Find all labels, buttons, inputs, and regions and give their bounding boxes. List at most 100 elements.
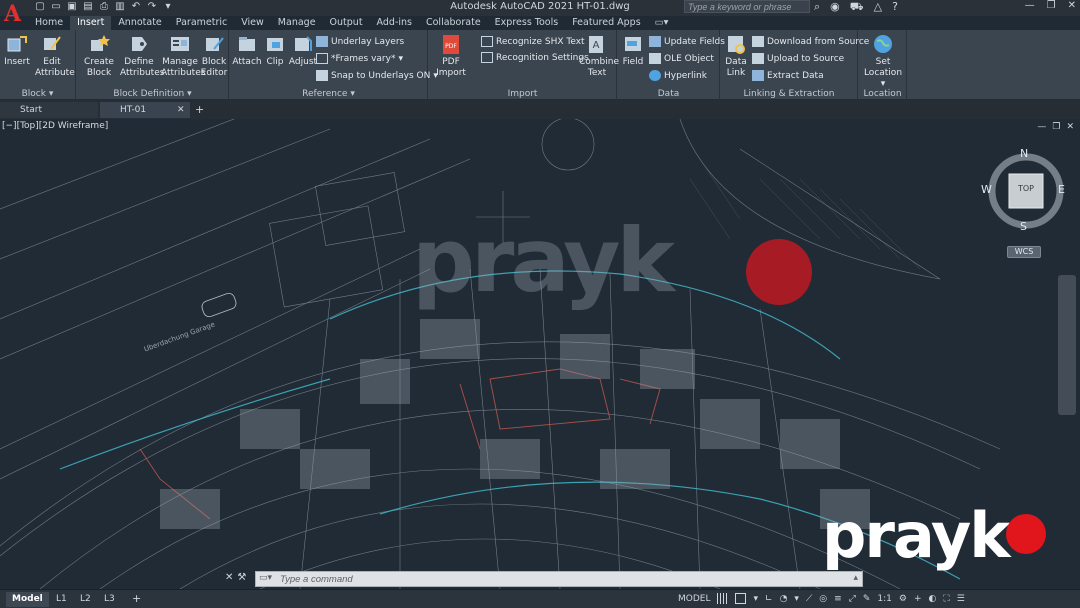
tab-home[interactable]: Home: [28, 16, 70, 30]
cart-icon[interactable]: ⛟: [850, 0, 864, 15]
tab-annotate[interactable]: Annotate: [111, 16, 168, 30]
search-icon[interactable]: ⌕: [814, 0, 820, 15]
tab-view[interactable]: View: [234, 16, 271, 30]
fullscreen-icon[interactable]: ⛶: [943, 594, 949, 604]
drawing-canvas[interactable]: [−][Top][2D Wireframe] — ❐ ✕ Uberdachung…: [0, 119, 1080, 589]
osnap-icon[interactable]: ◎: [819, 594, 827, 604]
define-attributes-button[interactable]: Define Attributes: [120, 33, 164, 79]
snap-to-underlays-dropdown[interactable]: Snap to Underlays ON ▾: [316, 70, 438, 81]
layout-tab-model[interactable]: Model: [6, 592, 49, 607]
block-panel-title[interactable]: Block ▾: [0, 89, 75, 99]
model-space-button[interactable]: MODEL: [678, 594, 710, 604]
tab-start[interactable]: Start: [0, 102, 98, 118]
save-as-icon[interactable]: ▤: [82, 1, 94, 13]
navigation-bar[interactable]: [1058, 275, 1076, 415]
compass-north[interactable]: N: [1020, 147, 1028, 160]
update-fields-button[interactable]: Update Fields: [649, 36, 725, 47]
tab-overflow-icon[interactable]: ▭▾: [648, 16, 676, 30]
share-icon[interactable]: △: [874, 0, 882, 15]
selection-cycling-icon[interactable]: ⤢: [849, 594, 856, 604]
command-history-icon[interactable]: ▴: [853, 573, 858, 583]
layout-tab-l3[interactable]: L3: [98, 592, 121, 607]
chevron-down-icon[interactable]: ▾: [794, 594, 799, 604]
minimize-icon[interactable]: —: [1037, 122, 1046, 132]
tab-express-tools[interactable]: Express Tools: [488, 16, 566, 30]
close-icon[interactable]: ✕: [1068, 0, 1076, 11]
close-icon[interactable]: ✕: [177, 105, 185, 115]
layout-tab-l2[interactable]: L2: [74, 592, 97, 607]
ole-object-button[interactable]: OLE Object: [649, 53, 714, 64]
compass-south[interactable]: S: [1020, 220, 1027, 233]
minimize-icon[interactable]: —: [1025, 0, 1035, 11]
new-tab-icon[interactable]: +: [195, 103, 204, 116]
user-icon[interactable]: ◉: [830, 0, 840, 15]
tab-manage[interactable]: Manage: [271, 16, 323, 30]
snap-mode-icon[interactable]: [735, 593, 747, 604]
tab-ht-01[interactable]: HT-01 ✕: [100, 102, 190, 118]
field-button[interactable]: Field: [618, 33, 648, 68]
command-prompt-icon[interactable]: ▭▾: [259, 573, 272, 583]
recognition-settings-button[interactable]: Recognition Settings: [481, 52, 589, 63]
close-icon[interactable]: ✕: [1066, 122, 1074, 132]
viewport-controls-label[interactable]: [−][Top][2D Wireframe]: [2, 121, 108, 131]
compass-west[interactable]: W: [981, 183, 992, 196]
extract-data-button[interactable]: Extract Data: [752, 70, 824, 81]
adjust-button[interactable]: Adjust: [286, 33, 320, 68]
pdf-import-button[interactable]: PDF PDF Import: [433, 33, 469, 79]
underlay-layers-button[interactable]: Underlay Layers: [316, 36, 404, 47]
frames-vary-dropdown[interactable]: *Frames vary* ▾: [316, 53, 403, 64]
annotation-icon[interactable]: ✎: [863, 594, 871, 604]
grid-icon[interactable]: [717, 593, 729, 604]
dropdown-icon[interactable]: ▾: [162, 1, 174, 13]
create-block-button[interactable]: Create Block: [82, 33, 116, 79]
isometric-icon[interactable]: ⟋: [806, 594, 812, 604]
plus-icon[interactable]: +: [914, 594, 922, 604]
recognize-shx-text-button[interactable]: Recognize SHX Text: [481, 36, 585, 47]
download-from-source-button[interactable]: Download from Source: [752, 36, 869, 47]
set-location-button[interactable]: Set Location ▾: [863, 33, 903, 90]
insert-button[interactable]: Insert: [0, 33, 34, 68]
upload-to-source-button[interactable]: Upload to Source: [752, 53, 844, 64]
tab-parametric[interactable]: Parametric: [169, 16, 234, 30]
new-icon[interactable]: ▢: [34, 1, 46, 13]
open-icon[interactable]: ▭: [50, 1, 62, 13]
edit-attribute-button[interactable]: Edit Attribute: [35, 33, 75, 79]
manage-attributes-button[interactable]: Manage Attributes: [161, 33, 205, 79]
combine-text-button[interactable]: A Combine Text: [579, 33, 619, 79]
compass-east[interactable]: E: [1058, 183, 1065, 196]
chevron-down-icon[interactable]: ▾: [753, 594, 758, 604]
viewcube-face-top[interactable]: TOP: [1009, 184, 1043, 193]
data-link-button[interactable]: Data Link: [721, 33, 751, 79]
undo-icon[interactable]: ↶: [130, 1, 142, 13]
command-input[interactable]: [280, 573, 840, 585]
restore-icon[interactable]: ❐: [1052, 122, 1060, 132]
tab-add-ins[interactable]: Add-ins: [370, 16, 419, 30]
block-editor-button[interactable]: Block Editor: [198, 33, 230, 79]
tab-output[interactable]: Output: [323, 16, 370, 30]
wrench-icon[interactable]: ⚒: [237, 572, 246, 583]
block-definition-panel-title[interactable]: Block Definition ▾: [77, 89, 228, 99]
new-layout-icon[interactable]: +: [132, 592, 141, 605]
layout-tab-l1[interactable]: L1: [50, 592, 73, 607]
redo-icon[interactable]: ↷: [146, 1, 158, 13]
save-icon[interactable]: ▣: [66, 1, 78, 13]
polar-icon[interactable]: ◔: [780, 594, 788, 604]
tab-featured-apps[interactable]: Featured Apps: [565, 16, 647, 30]
plot-icon[interactable]: ⎙: [98, 1, 110, 13]
restore-icon[interactable]: ❐: [1047, 0, 1056, 11]
hyperlink-button[interactable]: Hyperlink: [649, 70, 707, 81]
print-icon[interactable]: ▥: [114, 1, 126, 13]
menu-icon[interactable]: ☰: [957, 594, 965, 604]
wcs-menu[interactable]: WCS: [1007, 246, 1041, 258]
reference-panel-title[interactable]: Reference ▾: [230, 89, 427, 99]
ortho-icon[interactable]: ∟: [765, 594, 773, 604]
isolate-icon[interactable]: ◐: [929, 594, 937, 604]
help-icon[interactable]: ?: [892, 0, 898, 15]
lineweight-icon[interactable]: ≡: [834, 594, 842, 604]
tab-insert[interactable]: Insert: [70, 16, 112, 30]
gear-icon[interactable]: ⚙: [899, 594, 907, 604]
close-icon[interactable]: ✕: [225, 572, 233, 583]
command-line[interactable]: ▭▾ ▴: [255, 571, 863, 587]
annotation-scale-button[interactable]: 1:1: [877, 594, 891, 604]
autocad-logo-icon[interactable]: A: [4, 1, 24, 29]
